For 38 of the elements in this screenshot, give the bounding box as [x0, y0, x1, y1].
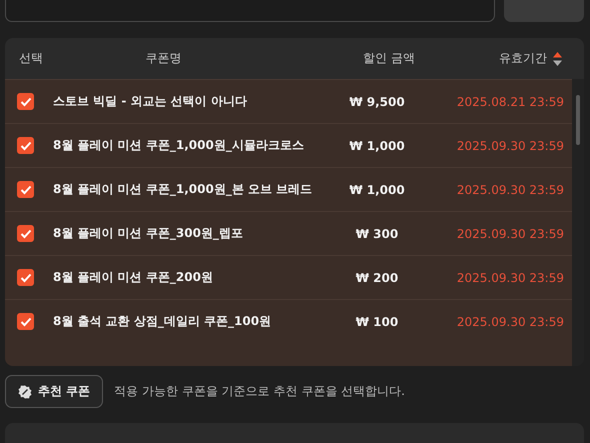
- discount-amount: ₩ 200: [354, 270, 400, 284]
- sort-icon[interactable]: [553, 52, 562, 66]
- check-icon: [20, 316, 32, 326]
- expiry-date: 2025.09.30 23:59: [456, 226, 565, 240]
- expiry-date: 2025.09.30 23:59: [456, 270, 565, 284]
- check-icon: [20, 140, 32, 150]
- coupon-name: 8월 플레이 미션 쿠폰_200원: [53, 269, 214, 286]
- expiry-date: 2025.09.30 23:59: [456, 182, 565, 196]
- recommend-description: 적용 가능한 쿠폰을 기준으로 추천 쿠폰을 선택합니다.: [114, 383, 405, 400]
- discount-amount: ₩ 9,500: [348, 94, 406, 108]
- checkbox[interactable]: [17, 313, 34, 330]
- column-header: 선택: [18, 50, 44, 67]
- expiry-date: 2025.09.30 23:59: [456, 138, 565, 152]
- coupon-name: 8월 플레이 미션 쿠폰_300원_렙포: [53, 225, 244, 242]
- coupon-name: 스토브 빅딜 - 외교는 선택이 아니다: [53, 93, 248, 110]
- checkbox[interactable]: [17, 137, 34, 154]
- discount-amount: ₩ 300: [354, 226, 400, 240]
- coupon-name: 8월 출석 교환 상점_데일리 쿠폰_100원: [53, 313, 272, 330]
- recommend-coupon-button[interactable]: 추천 쿠폰: [5, 375, 104, 408]
- column-header[interactable]: 유효기간: [499, 50, 547, 67]
- check-icon: [20, 272, 32, 282]
- check-icon: [20, 228, 32, 238]
- badge-icon: [18, 384, 32, 398]
- checkbox[interactable]: [17, 93, 34, 110]
- check-icon: [20, 96, 32, 106]
- discount-amount: ₩ 1,000: [348, 182, 406, 196]
- checkbox[interactable]: [17, 225, 34, 242]
- checkbox[interactable]: [17, 181, 34, 198]
- column-header: 할인 금액: [362, 50, 416, 67]
- discount-amount: ₩ 100: [354, 314, 400, 328]
- coupon-name: 8월 플레이 미션 쿠폰_1,000원_본 오브 브레드: [53, 181, 314, 198]
- check-icon: [20, 184, 32, 194]
- discount-amount: ₩ 1,000: [348, 138, 406, 152]
- expiry-date: 2025.08.21 23:59: [456, 94, 565, 108]
- checkbox[interactable]: [17, 269, 34, 286]
- expiry-date: 2025.09.30 23:59: [456, 314, 565, 328]
- coupon-name: 8월 플레이 미션 쿠폰_1,000원_시뮬라크로스: [53, 137, 305, 154]
- column-header: 쿠폰명: [144, 50, 182, 67]
